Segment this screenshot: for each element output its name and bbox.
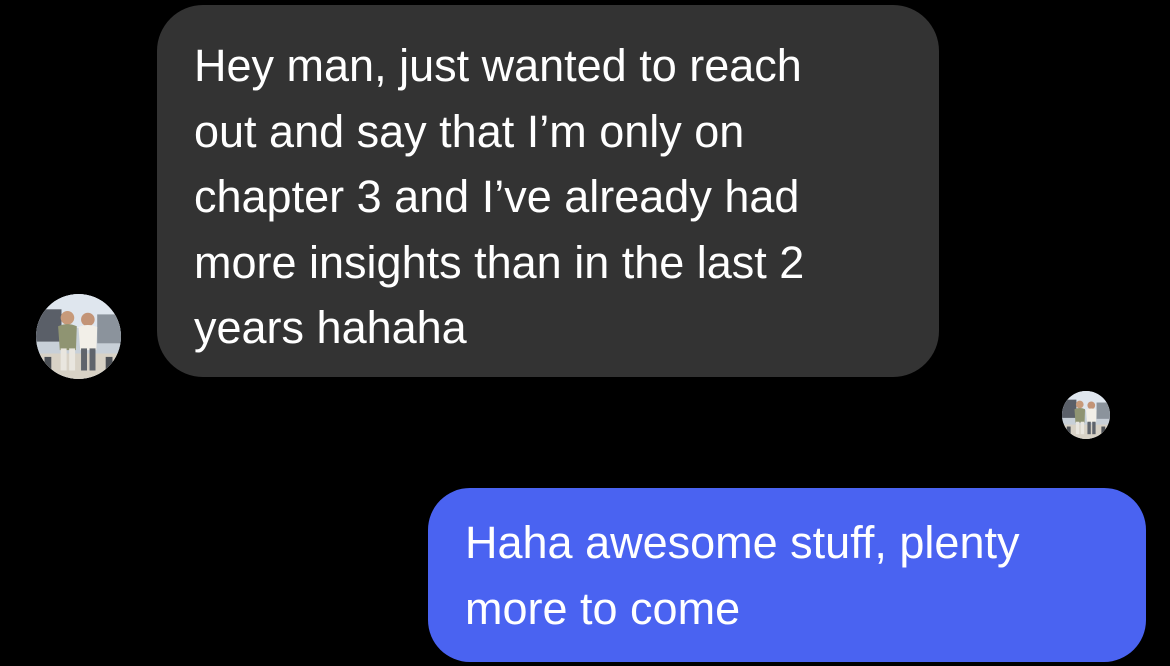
- message-text-line: Haha awesome stuff, plenty: [465, 517, 1020, 568]
- sender-avatar-photo-icon: [36, 294, 121, 379]
- incoming-message-bubble[interactable]: Hey man, just wanted to reach out and sa…: [157, 5, 939, 377]
- message-text-line: more insights than in the last 2: [194, 236, 805, 288]
- sender-avatar[interactable]: [36, 294, 121, 379]
- read-receipt-avatar-photo-icon: [1062, 391, 1110, 439]
- message-text-line: more to come: [465, 582, 741, 634]
- message-text-line: Hey man, just wanted to reach: [194, 40, 802, 91]
- read-receipt-avatar: [1062, 391, 1110, 439]
- message-thread[interactable]: Hey man, just wanted to reach out and sa…: [0, 0, 1170, 666]
- outgoing-message-bubble[interactable]: Haha awesome stuff, plenty more to come: [428, 488, 1146, 662]
- message-text-line: years hahaha: [194, 302, 467, 353]
- message-text-line: out and say that I’m only on: [194, 105, 745, 157]
- message-text-line: chapter 3 and I’ve already had: [194, 171, 800, 222]
